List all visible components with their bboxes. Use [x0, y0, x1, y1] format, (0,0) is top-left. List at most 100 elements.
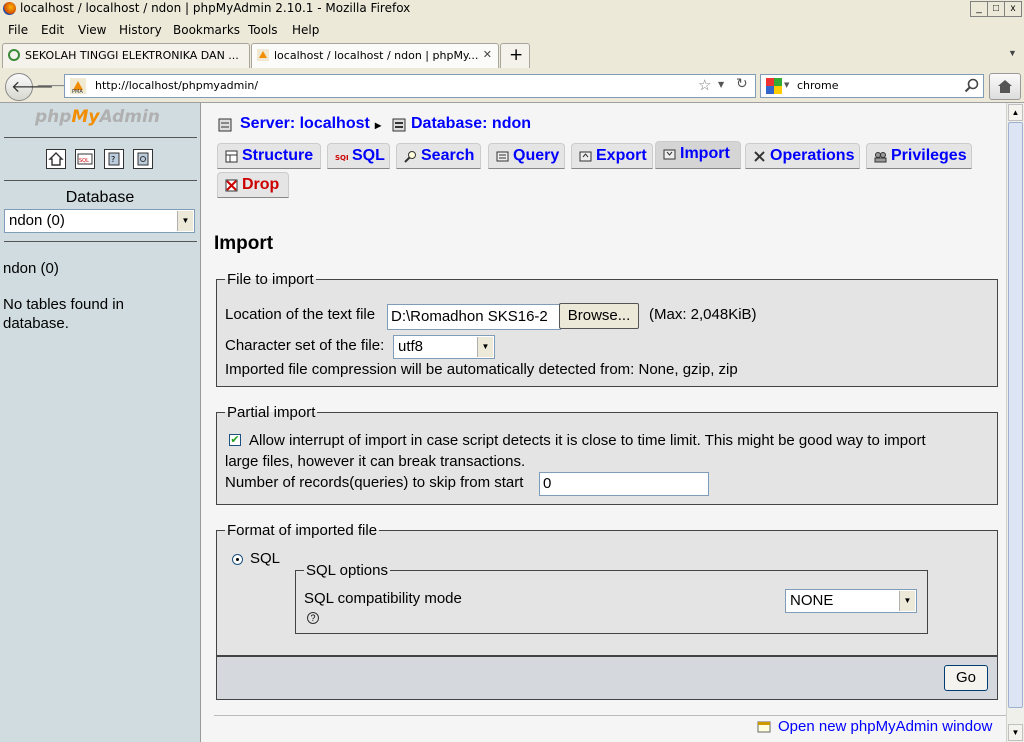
location-label: Location of the text file	[225, 306, 376, 323]
skip-queries-input[interactable]: 0	[539, 472, 709, 496]
close-button[interactable]: x	[1004, 1, 1022, 17]
compat-label: SQL compatibility mode	[304, 590, 462, 607]
navigation-frame: phpMyAdmin SQL ? Database ndon (0) ▼ ndo…	[0, 103, 201, 742]
close-tab-icon[interactable]: ✕	[483, 48, 492, 61]
tab-label: Export	[596, 147, 647, 164]
tab-import[interactable]: Import	[655, 141, 741, 169]
menu-bar: File Edit View History Bookmarks Tools H…	[0, 20, 1024, 40]
scroll-up-icon[interactable]: ▲	[1008, 104, 1023, 121]
menu-file[interactable]: File	[8, 23, 28, 37]
home-icon	[998, 80, 1012, 93]
query-window-link[interactable]: SQL	[75, 149, 95, 169]
drop-icon	[225, 179, 238, 192]
tab-bar: SEKOLAH TINGGI ELEKTRONIKA DAN ... local…	[0, 42, 1024, 68]
allow-interrupt-label-cont: large files, however it can break transa…	[225, 453, 526, 470]
export-icon	[579, 151, 592, 162]
tab-search[interactable]: Search	[396, 143, 481, 169]
firefox-icon	[3, 2, 16, 15]
tab-sql[interactable]: SQL SQL	[327, 143, 390, 169]
browse-button[interactable]: Browse...	[559, 303, 639, 329]
tab-query[interactable]: Query	[488, 143, 565, 169]
menu-edit[interactable]: Edit	[41, 23, 64, 37]
breadcrumb-database[interactable]: Database: ndon	[411, 115, 531, 133]
tab-label: Import	[680, 145, 730, 162]
home-button[interactable]	[989, 73, 1021, 100]
svg-text:?: ?	[111, 155, 115, 164]
tab-list-chevron-icon[interactable]: ▼	[1008, 48, 1017, 58]
allow-interrupt-label: Allow interrupt of import in case script…	[249, 432, 926, 449]
bookmark-star-icon[interactable]: ☆	[698, 76, 711, 94]
scroll-down-icon[interactable]: ▼	[1008, 724, 1023, 741]
compat-mode-select[interactable]: NONE ▼	[785, 589, 917, 613]
new-tab-button[interactable]: +	[500, 43, 530, 68]
sql-radio-label[interactable]: SQL	[250, 550, 280, 567]
search-input[interactable]: chrome	[797, 79, 839, 92]
charset-label: Character set of the file:	[225, 337, 385, 354]
breadcrumb-server[interactable]: Server: localhost	[240, 115, 370, 133]
allow-interrupt-checkbox[interactable]: ✔	[229, 434, 241, 446]
file-path-input[interactable]: D:\Romadhon SKS16-2	[387, 304, 561, 330]
scroll-thumb[interactable]	[1008, 122, 1023, 708]
search-go-icon[interactable]	[964, 78, 979, 93]
charset-value: utf8	[398, 338, 424, 355]
globe-icon	[8, 49, 20, 61]
tab-drop[interactable]: Drop	[217, 172, 289, 198]
menu-view[interactable]: View	[78, 23, 106, 37]
tab-privileges[interactable]: Privileges	[866, 143, 972, 169]
logo-php-text: php	[35, 107, 72, 127]
phpmyadmin-logo[interactable]: phpMyAdmin	[35, 107, 160, 127]
server-icon	[218, 118, 232, 132]
operations-icon	[754, 151, 765, 162]
divider	[4, 180, 197, 181]
browser-tab-phpmyadmin[interactable]: localhost / localhost / ndon | phpMy... …	[251, 43, 499, 68]
vertical-scrollbar[interactable]: ▲ ▼	[1006, 103, 1024, 742]
database-select-value: ndon (0)	[9, 212, 65, 229]
url-text: http://localhost/phpmyadmin/	[95, 79, 259, 92]
menu-tools[interactable]: Tools	[248, 23, 278, 37]
house-icon	[48, 152, 64, 166]
go-bar	[216, 655, 998, 700]
home-link[interactable]	[46, 149, 66, 169]
tab-structure[interactable]: Structure	[217, 143, 321, 169]
search-icon	[404, 151, 416, 163]
logo-admin-text: Admin	[99, 107, 160, 127]
fieldset-legend: Partial import	[227, 404, 316, 421]
menu-bookmarks[interactable]: Bookmarks	[173, 23, 240, 37]
help-icon[interactable]: ?	[307, 612, 319, 624]
mysql-docs-link[interactable]	[133, 149, 153, 169]
fieldset-legend: Format of imported file	[227, 522, 378, 539]
go-button[interactable]: Go	[944, 665, 988, 691]
doc-icon: ?	[108, 152, 120, 166]
back-button[interactable]: 🡐	[5, 73, 54, 101]
page-title: Import	[214, 233, 274, 254]
url-dropdown-icon[interactable]: ▼	[718, 80, 724, 89]
chevron-down-icon: ▼	[899, 591, 915, 611]
new-window-icon	[757, 721, 771, 733]
tab-export[interactable]: Export	[571, 143, 653, 169]
db-name[interactable]: ndon (0)	[3, 260, 59, 277]
fieldset-legend: SQL options	[306, 562, 388, 579]
nav-toolbar: 🡐 🡒 PMA http://localhost/phpmyadmin/ ☆ ▼…	[0, 70, 1024, 103]
menu-help[interactable]: Help	[292, 23, 319, 37]
compression-note: Imported file compression will be automa…	[225, 361, 738, 378]
url-bar[interactable]: PMA http://localhost/phpmyadmin/ ☆ ▼ ↻	[64, 74, 756, 98]
minimize-button[interactable]: _	[970, 1, 988, 17]
database-select[interactable]: ndon (0) ▼	[4, 209, 195, 233]
engine-dropdown-icon[interactable]: ▼	[784, 81, 789, 89]
menu-history[interactable]: History	[119, 23, 162, 37]
sql-format-radio[interactable]	[232, 554, 243, 565]
no-tables-message: No tables found in database.	[3, 296, 124, 332]
chevron-down-icon: ▼	[477, 337, 493, 357]
documentation-link[interactable]: ?	[104, 149, 124, 169]
search-bar[interactable]: ▼ chrome	[760, 74, 984, 98]
reload-icon[interactable]: ↻	[736, 76, 748, 92]
charset-select[interactable]: utf8 ▼	[393, 335, 495, 359]
tab-label: SQL	[352, 147, 385, 164]
browser-tab-sekolah[interactable]: SEKOLAH TINGGI ELEKTRONIKA DAN ...	[2, 43, 250, 68]
main-frame: Server: localhost ▸ Database: ndon Struc…	[201, 103, 1006, 742]
tab-operations[interactable]: Operations	[745, 143, 860, 169]
svg-text:SQL: SQL	[335, 154, 348, 162]
breadcrumb-separator: ▸	[375, 118, 382, 132]
open-new-window-link[interactable]: Open new phpMyAdmin window	[778, 718, 992, 735]
maximize-button[interactable]: □	[987, 1, 1005, 17]
